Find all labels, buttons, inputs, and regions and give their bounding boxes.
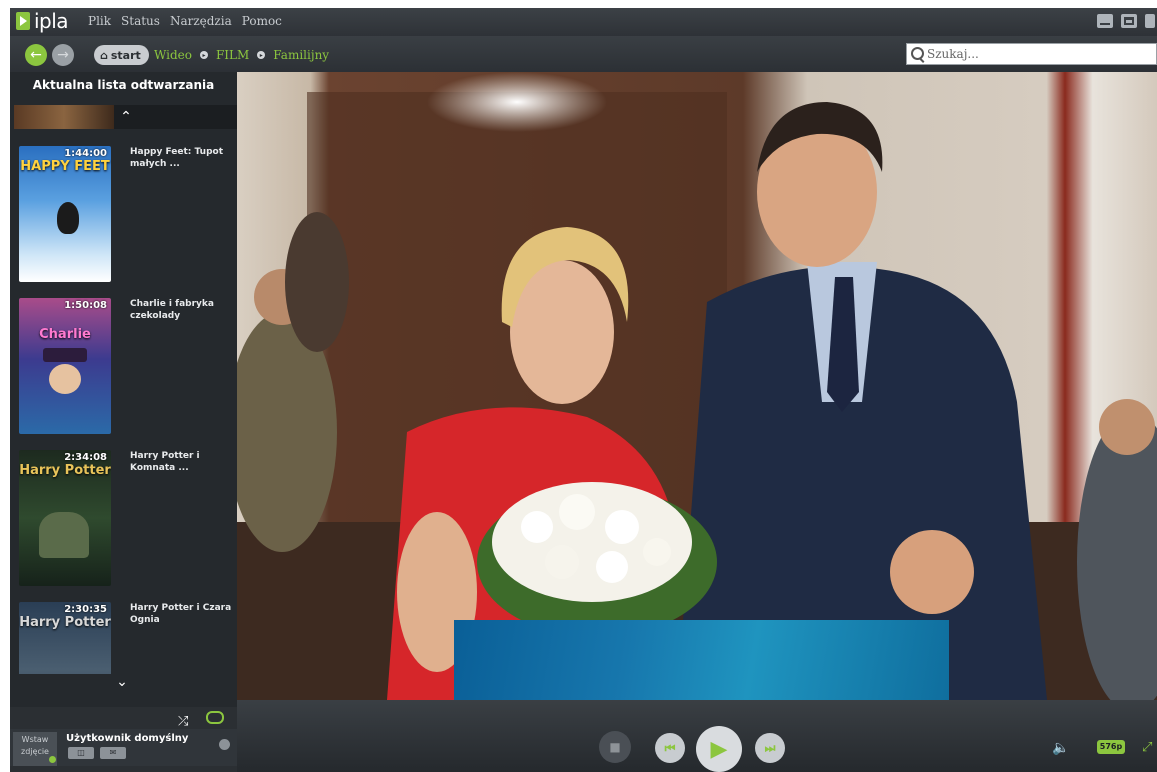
repeat-icon[interactable] [206, 711, 224, 724]
forward-button[interactable]: → [52, 44, 74, 66]
close-icon[interactable] [1145, 14, 1155, 28]
back-button[interactable]: ← [25, 44, 47, 66]
breadcrumb: Wideo ▸ FILM ▸ Familijny [154, 48, 329, 62]
video-frame[interactable] [237, 72, 1157, 700]
maximize-icon[interactable] [1121, 14, 1137, 28]
next-button[interactable]: ⏭ [755, 733, 785, 763]
search-input[interactable] [927, 44, 1152, 64]
item-duration: 1:44:00 [64, 148, 107, 159]
top-hat-figure [43, 348, 87, 362]
poster-image: 1:44:00 HAPPY FEET [19, 146, 111, 282]
guest-back [285, 212, 349, 352]
rose [605, 510, 639, 544]
chevron-down-icon[interactable]: ⌄ [110, 674, 134, 690]
stop-icon: ■ [609, 740, 621, 754]
menu-file[interactable]: Plik [88, 14, 111, 28]
play-button[interactable]: ▶ [696, 726, 742, 772]
arrow-left-icon: ← [30, 47, 42, 63]
app-logo: ipla [16, 9, 69, 33]
title-bar: ipla Plik Status Narzędzia Pomoc [10, 8, 1157, 36]
rose [521, 511, 553, 543]
poster-title: HAPPY FEET [20, 159, 110, 174]
strip-thumbnail [14, 105, 114, 129]
item-title: Charlie i fabryka czekolady [130, 299, 214, 321]
user-name: Użytkownik domyślny [66, 733, 189, 744]
playlist-item[interactable]: 2:30:35 Harry Potter Harry Potter i Czar… [10, 602, 237, 674]
search-icon[interactable] [911, 47, 924, 60]
item-duration: 2:30:35 [64, 604, 107, 615]
poster-title: Harry Potter [19, 615, 111, 630]
item-title: Happy Feet: Tupot małych ... [130, 147, 224, 169]
online-status-icon [49, 756, 56, 763]
item-title: Harry Potter i Komnata ... [130, 451, 200, 473]
rose [545, 545, 579, 579]
groom-hand [890, 530, 974, 614]
playlist-item[interactable]: 1:44:00 HAPPY FEET Happy Feet: Tupot mał… [10, 146, 237, 286]
arrow-right-icon: → [57, 47, 69, 63]
user-badges: ◫ ✉ [68, 747, 126, 759]
fullscreen-icon[interactable]: ⤢ [1142, 740, 1152, 755]
play-icon: ▶ [710, 736, 728, 762]
home-icon: ⌂ [100, 48, 108, 62]
breadcrumb-separator-icon: ▸ [199, 51, 208, 59]
face-figure [49, 364, 81, 394]
item-duration: 2:34:08 [64, 452, 107, 463]
chevron-up-icon[interactable]: ⌃ [114, 109, 138, 125]
play-logo-icon [16, 12, 30, 30]
window-controls [1097, 14, 1155, 28]
poster-image: 2:30:35 Harry Potter [19, 602, 111, 674]
logo-text: ipla [34, 9, 69, 33]
quality-badge[interactable]: 576p [1097, 740, 1125, 754]
item-title: Harry Potter i Czara Ognia [130, 603, 232, 625]
breadcrumb-wideo[interactable]: Wideo [154, 48, 192, 62]
breadcrumb-familijny[interactable]: Familijny [273, 48, 329, 62]
video-still [237, 72, 1157, 700]
sidebar-footer: ⤮ Wstaw zdjęcie Użytkownik domyślny ◫ ✉ [10, 707, 237, 766]
start-label: start [110, 48, 141, 62]
breadcrumb-film[interactable]: FILM [216, 48, 249, 62]
ipla-window: ipla Plik Status Narzędzia Pomoc ← → ⌂ s… [10, 8, 1157, 772]
message-icon[interactable]: ✉ [100, 747, 126, 759]
poster-image: 1:50:08 Charlie [19, 298, 111, 434]
playlist-title: Aktualna lista odtwarzania [32, 78, 215, 92]
menu-tools[interactable]: Narzędzia [170, 14, 232, 28]
menu-status[interactable]: Status [121, 14, 160, 28]
guest-right-head [1099, 399, 1155, 455]
shuffle-icon[interactable]: ⤮ [178, 714, 188, 729]
breadcrumb-separator-icon: ▸ [257, 51, 266, 59]
user-panel: Wstaw zdjęcie Użytkownik domyślny ◫ ✉ [10, 729, 237, 766]
characters-figure [39, 512, 89, 558]
stop-button[interactable]: ■ [599, 731, 631, 763]
skip-back-icon: ⏮ [664, 740, 676, 755]
penguin-figure [57, 202, 79, 234]
poster-title: Charlie [39, 327, 91, 342]
player-controls: ■ ⏮ ▶ ⏭ 🔈 576p ⤢ [237, 700, 1157, 772]
item-duration: 1:50:08 [64, 300, 107, 311]
volume-icon[interactable]: 🔈 [1052, 740, 1069, 756]
playlist-item[interactable]: 2:34:08 Harry Potter Harry Potter i Komn… [10, 450, 237, 590]
start-button[interactable]: ⌂ start [94, 45, 149, 65]
rose [596, 551, 628, 583]
rose [643, 538, 671, 566]
rose [559, 494, 595, 530]
navigation-bar: ← → ⌂ start Wideo ▸ FILM ▸ Familijny [10, 36, 1157, 72]
minimize-icon[interactable] [1097, 14, 1113, 28]
profile-icon[interactable]: ◫ [68, 747, 94, 759]
poster-image: 2:34:08 Harry Potter [19, 450, 111, 586]
search-box [906, 43, 1157, 65]
menu-help[interactable]: Pomoc [242, 14, 282, 28]
ad-banner[interactable] [454, 620, 949, 700]
playlist-item[interactable]: 1:50:08 Charlie Charlie i fabryka czekol… [10, 298, 237, 438]
poster-title: Harry Potter [19, 463, 111, 478]
playlist-sidebar: Aktualna lista odtwarzania ⌃ 1:44:00 HAP… [10, 72, 237, 766]
menu-bar: Plik Status Narzędzia Pomoc [88, 14, 282, 28]
previous-button[interactable]: ⏮ [655, 733, 685, 763]
chandelier [427, 72, 607, 132]
skip-forward-icon: ⏭ [764, 740, 776, 755]
user-menu-icon[interactable] [219, 739, 230, 750]
